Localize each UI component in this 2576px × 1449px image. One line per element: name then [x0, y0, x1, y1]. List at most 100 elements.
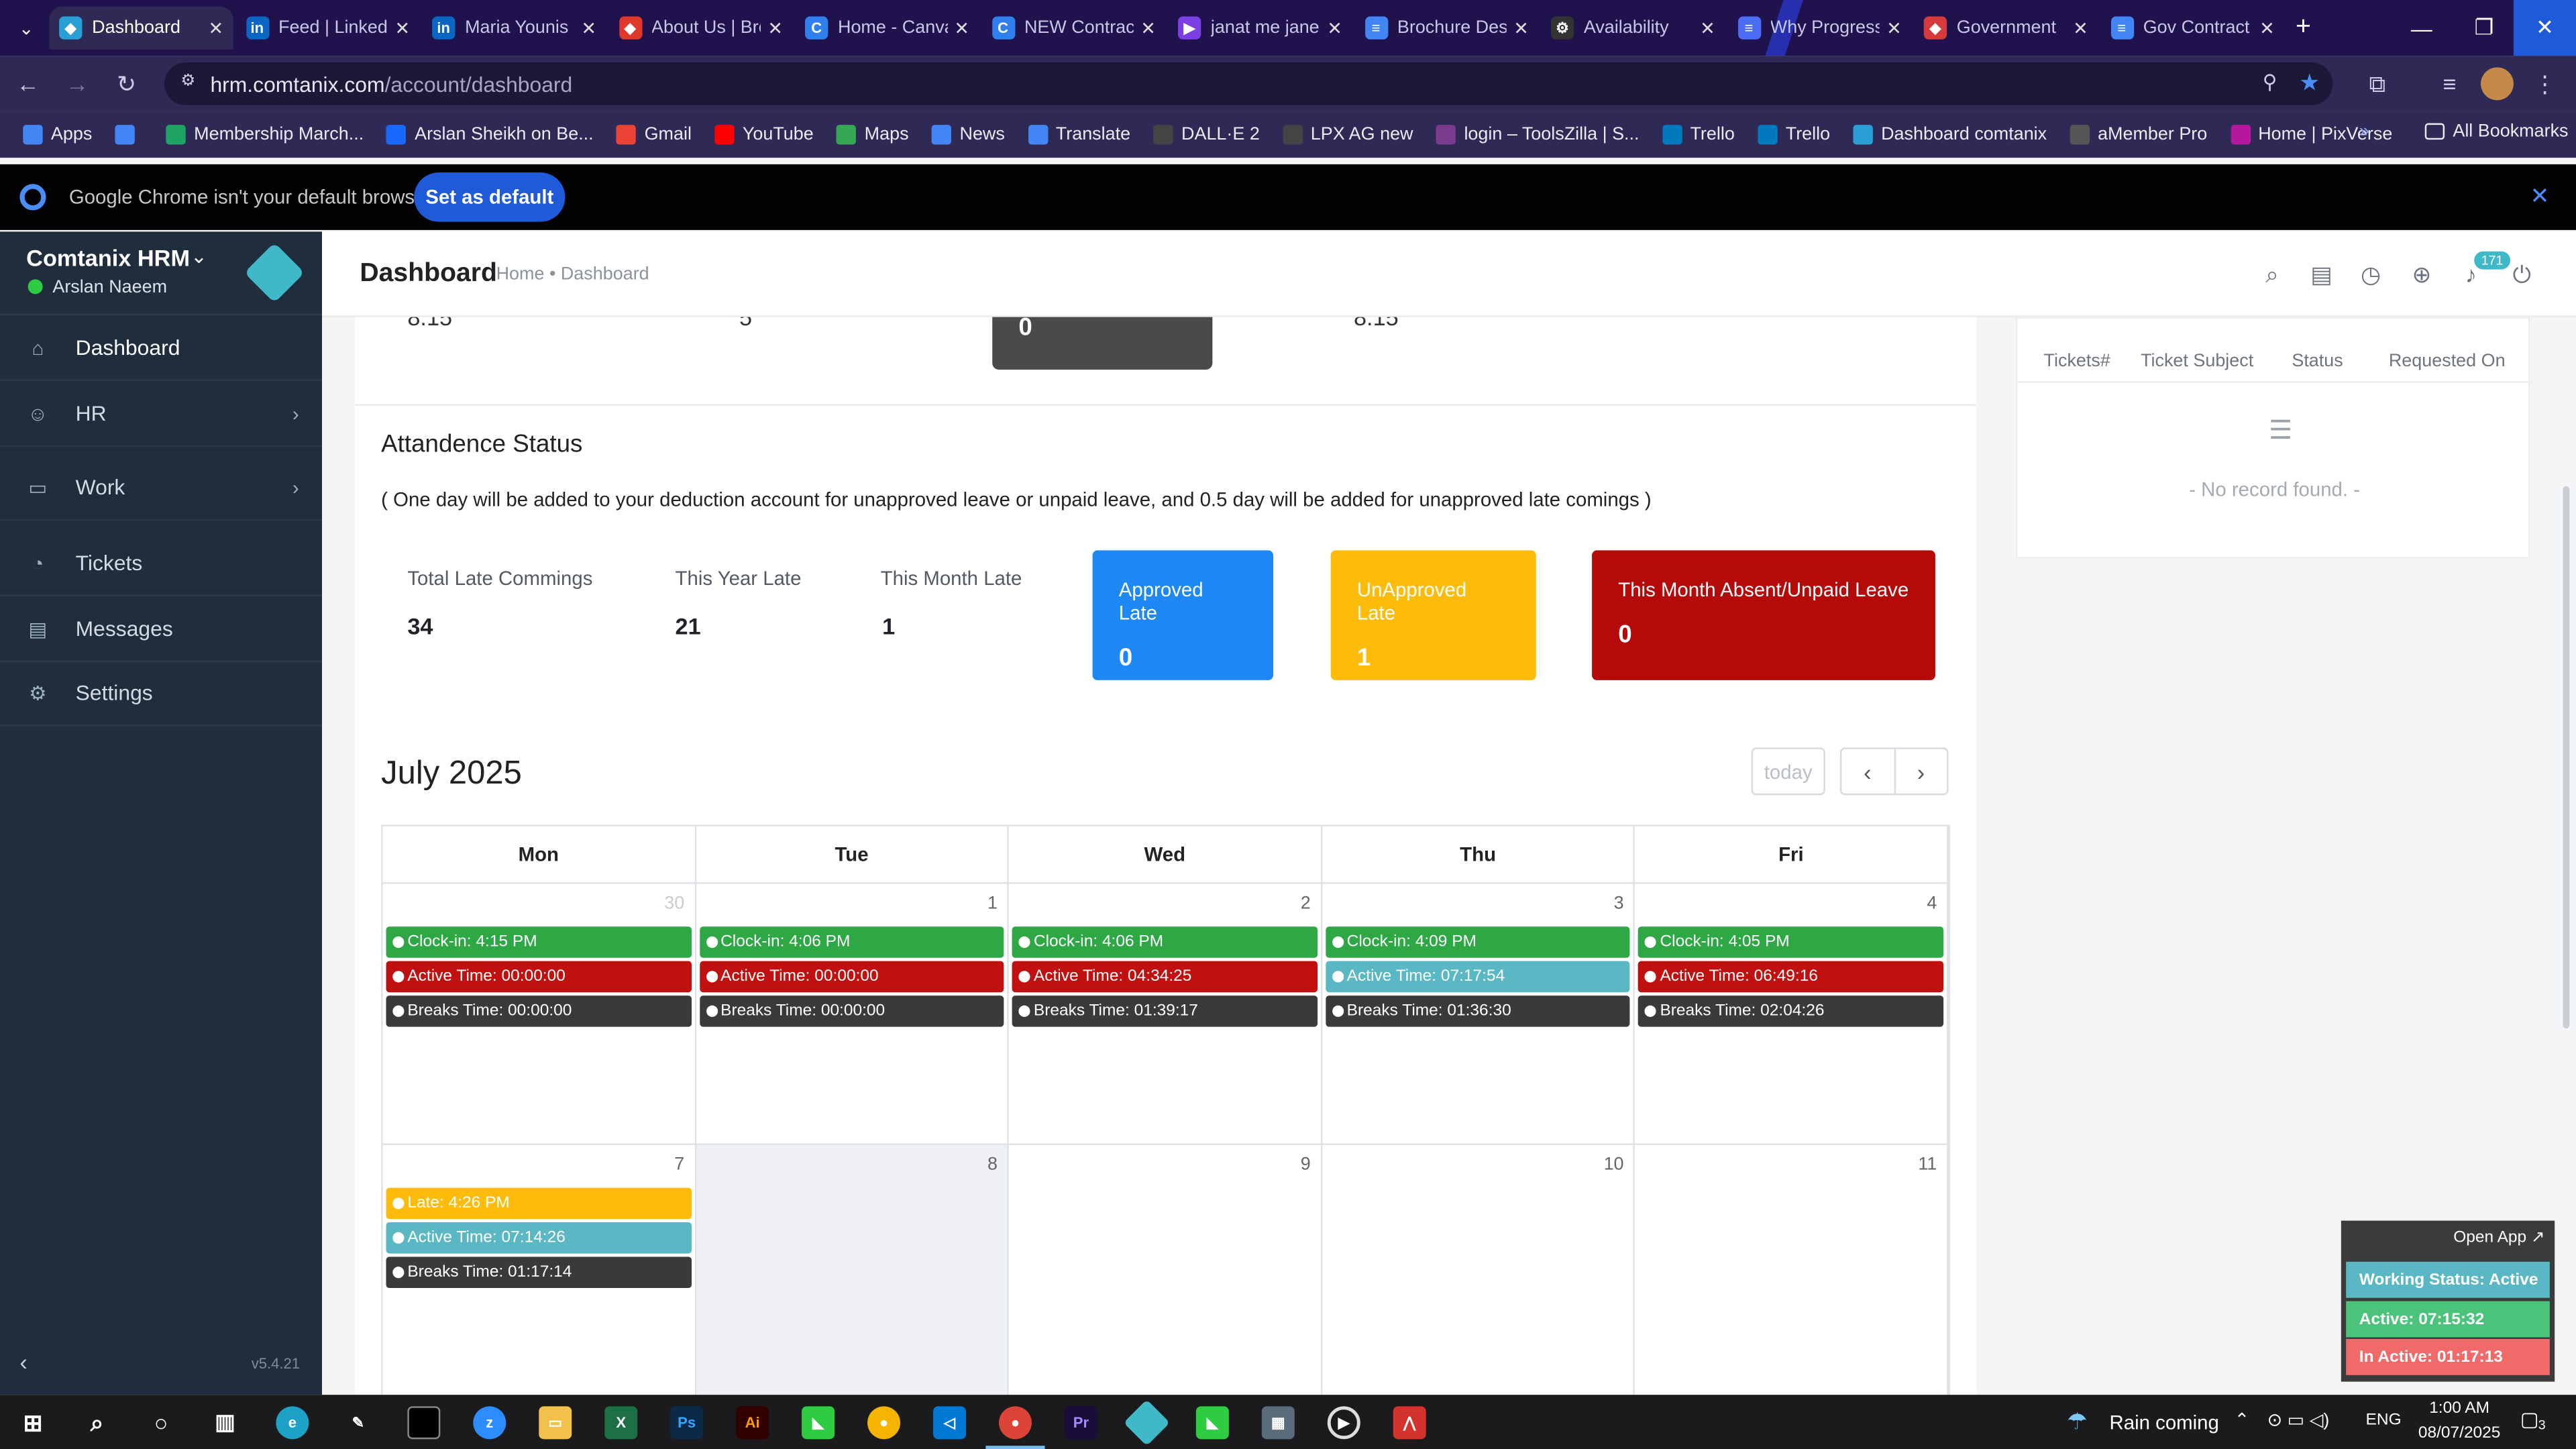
premiere-icon[interactable]: Pr — [1064, 1406, 1097, 1440]
calendar-event[interactable]: Clock-in: 4:05 PM — [1638, 926, 1944, 958]
browser-tab[interactable]: C Home - Canva ✕ — [795, 7, 979, 50]
calendar-event[interactable]: Breaks Time: 01:39:17 — [1012, 996, 1318, 1027]
photoshop-icon[interactable]: Ps — [670, 1406, 704, 1440]
bookmark-item[interactable]: Dashboard comtanix — [1853, 125, 2047, 145]
set-default-button[interactable]: Set as default — [414, 172, 566, 222]
weather-icon[interactable]: ☂ — [2067, 1408, 2088, 1436]
chrome-taskbar-icon[interactable]: ● — [867, 1406, 901, 1440]
notification-center-icon[interactable]: ▢ — [2520, 1408, 2539, 1431]
app-name[interactable]: Comtanix HRM — [26, 245, 190, 271]
pen-icon[interactable]: ✎ — [341, 1406, 374, 1439]
calendar-event[interactable]: Active Time: 04:34:25 — [1012, 961, 1318, 993]
bookmark-item[interactable]: Gmail — [616, 125, 692, 145]
browser-tab[interactable]: in Maria Younis ✕ — [422, 7, 606, 50]
bookmarks-overflow-icon[interactable]: » — [2359, 121, 2369, 141]
calendar-event[interactable]: Breaks Time: 00:00:00 — [386, 996, 692, 1027]
browser-tab[interactable]: ◆ Dashboard ✕ — [49, 6, 233, 50]
clock-time[interactable]: 1:00 AM — [2422, 1400, 2498, 1418]
calendar-event[interactable]: Active Time: 07:17:54 — [1325, 961, 1631, 993]
vscode-icon[interactable]: ◁ — [933, 1406, 967, 1440]
tab-close-icon[interactable]: ✕ — [1886, 17, 1902, 38]
calendar-event[interactable]: Breaks Time: 01:17:14 — [386, 1256, 692, 1289]
tab-close-icon[interactable]: ✕ — [394, 17, 410, 38]
calendar-day-cell[interactable]: 4 Clock-in: 4:05 PM Active Time: 06:49:16 B… — [1635, 883, 1949, 1145]
calendar-day-cell[interactable]: 9 — [1009, 1144, 1322, 1395]
infobar-close-icon[interactable]: ✕ — [2530, 182, 2549, 211]
calendar-day-cell[interactable]: 10 — [1322, 1144, 1635, 1395]
sidebar-item-work[interactable]: ▭ Work › — [0, 455, 323, 521]
next-month-button[interactable]: › — [1895, 749, 1947, 794]
notes-icon[interactable]: ▤ — [2306, 260, 2336, 289]
calendar-event[interactable]: Clock-in: 4:06 PM — [699, 926, 1004, 958]
bookmark-item[interactable]: DALL·E 2 — [1153, 125, 1260, 145]
breadcrumb[interactable]: Home • Dashboard — [496, 264, 649, 284]
chrome-menu-icon[interactable]: ⋮ — [2530, 69, 2559, 99]
calendar-day-cell[interactable]: 3 Clock-in: 4:09 PM Active Time: 07:17:54 B… — [1322, 883, 1635, 1145]
illustrator-icon[interactable]: Ai — [736, 1406, 769, 1440]
bookmark-item[interactable]: LPX AG new — [1283, 125, 1413, 145]
calendar-day-cell[interactable]: 1 Clock-in: 4:06 PM Active Time: 00:00:00 B… — [696, 883, 1010, 1145]
clock-icon[interactable]: ◷ — [2356, 260, 2385, 289]
terminal-icon[interactable] — [407, 1406, 441, 1440]
tab-close-icon[interactable]: ✕ — [1513, 17, 1529, 38]
tab-close-icon[interactable]: ✕ — [1327, 17, 1342, 38]
app-green2-icon[interactable]: ◣ — [1195, 1406, 1229, 1440]
browser-tab[interactable]: ▶ janat me jane ✕ — [1168, 7, 1352, 50]
windows-start-icon[interactable]: ⊞ — [16, 1406, 49, 1439]
tray-icons[interactable]: ⊙ ▭ ◁) — [2267, 1409, 2330, 1431]
search-icon[interactable]: ⌕ — [2257, 260, 2287, 289]
tab-close-icon[interactable]: ✕ — [581, 17, 596, 38]
task-view-icon[interactable]: ▥ — [209, 1406, 241, 1439]
page-scrollbar[interactable] — [2563, 486, 2570, 1029]
calendar-day-cell[interactable]: 11 — [1635, 1144, 1949, 1395]
power-icon[interactable]: ⏻ — [2507, 260, 2536, 289]
add-circle-icon[interactable]: ⊕ — [2407, 260, 2436, 289]
tab-close-icon[interactable]: ✕ — [208, 17, 223, 38]
bookmark-item[interactable]: aMember Pro — [2070, 125, 2207, 145]
bookmark-star-icon[interactable]: ★ — [2299, 69, 2320, 97]
bookmark-item[interactable]: Arslan Sheikh on Be... — [386, 125, 594, 145]
tab-close-icon[interactable]: ✕ — [2259, 17, 2275, 38]
bookmark-item[interactable]: Translate — [1028, 125, 1130, 145]
browser-tab[interactable]: ≡ Why Progress ✕ — [1727, 7, 1911, 50]
clock-date[interactable]: 08/07/2025 — [2410, 1424, 2509, 1442]
acrobat-icon[interactable]: ⋀ — [1393, 1406, 1426, 1440]
all-bookmarks[interactable]: All Bookmarks — [2424, 121, 2569, 142]
sidebar-item-dashboard[interactable]: ⌂ Dashboard — [0, 315, 323, 382]
edge-icon[interactable]: e — [276, 1406, 309, 1440]
calendar-event[interactable]: Active Time: 00:00:00 — [386, 961, 692, 993]
file-explorer-icon[interactable]: ▭ — [539, 1406, 572, 1440]
forward-icon[interactable]: → — [62, 69, 92, 99]
calculator-icon[interactable]: ▦ — [1261, 1406, 1295, 1440]
media-player-icon[interactable]: ▶ — [1327, 1406, 1360, 1440]
calendar-day-cell[interactable]: 30 Clock-in: 4:15 PM Active Time: 00:00:00… — [382, 883, 696, 1145]
bookmark-item[interactable]: Apps — [23, 125, 92, 145]
bookmark-item[interactable]: Trello — [1758, 125, 1830, 145]
browser-tab[interactable]: ⚙ Availability ✕ — [1541, 7, 1725, 50]
browser-tab[interactable]: in Feed | LinkedIn ✕ — [235, 7, 419, 50]
sidebar-item-settings[interactable]: ⚙ Settings — [0, 660, 323, 727]
tray-chevron-icon[interactable]: ⌃ — [2235, 1409, 2250, 1431]
media-icon[interactable]: ≡ — [2434, 69, 2464, 99]
restore-button[interactable]: ❐ — [2453, 0, 2515, 56]
zoom-icon[interactable]: z — [473, 1406, 506, 1440]
excel-icon[interactable]: X — [604, 1406, 638, 1440]
chrome-active-taskbar-icon[interactable]: ● — [998, 1406, 1032, 1440]
browser-tab[interactable]: ≡ Brochure Design ✕ — [1354, 7, 1538, 50]
calendar-event[interactable]: Clock-in: 4:09 PM — [1325, 926, 1631, 958]
tab-close-icon[interactable]: ✕ — [954, 17, 969, 38]
cortana-icon[interactable]: ○ — [145, 1406, 178, 1439]
bookmark-item[interactable]: login – ToolsZilla | S... — [1436, 125, 1640, 145]
calendar-event[interactable]: Late: 4:26 PM — [386, 1187, 692, 1220]
comtanix-taskbar-icon[interactable] — [1123, 1399, 1171, 1446]
sidebar-item-messages[interactable]: ▤ Messages — [0, 596, 323, 662]
minimize-button[interactable]: — — [2390, 0, 2453, 56]
language-indicator[interactable]: ENG — [2366, 1411, 2402, 1430]
chevron-down-icon[interactable]: ⌄ — [191, 245, 207, 268]
browser-tab[interactable]: C NEW Contract ✕ — [981, 7, 1165, 50]
calendar-event[interactable]: Breaks Time: 02:04:26 — [1638, 996, 1944, 1027]
tab-close-icon[interactable]: ✕ — [1700, 17, 1715, 38]
sidebar-item-hr[interactable]: ☺ HR › — [0, 381, 323, 447]
calendar-event[interactable]: Active Time: 00:00:00 — [699, 961, 1004, 993]
url-field[interactable]: ⚙ hrm.comtanix.com/account/dashboard ⚲ ★ — [164, 62, 2333, 105]
